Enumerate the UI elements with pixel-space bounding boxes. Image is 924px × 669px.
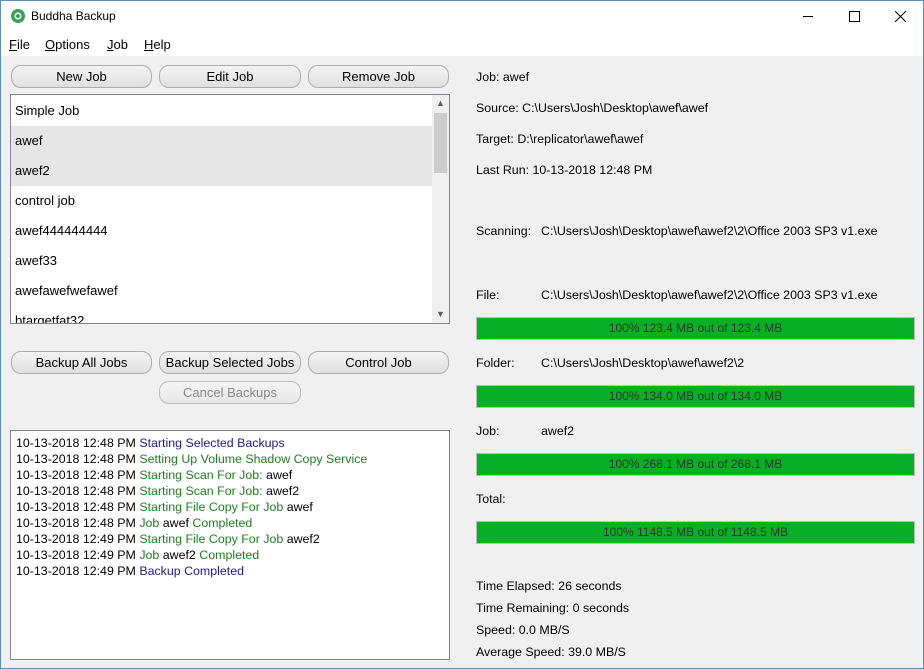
job-list-item[interactable]: awef2 bbox=[11, 156, 432, 186]
folder-label: Folder: bbox=[476, 356, 515, 370]
maximize-button[interactable] bbox=[831, 1, 877, 32]
log-line: 10-13-2018 12:48 PM Starting Scan For Jo… bbox=[16, 483, 444, 499]
app-window: Buddha Backup File Options Job Help New … bbox=[0, 0, 924, 669]
folder-progress-text: 100% 134.0 MB out of 134.0 MB bbox=[477, 386, 914, 407]
new-job-button[interactable]: New Job bbox=[11, 65, 152, 88]
menu-job[interactable]: Job bbox=[107, 37, 128, 52]
folder-value: C:\Users\Josh\Desktop\awef\awef2\2 bbox=[541, 356, 744, 370]
minimize-button[interactable] bbox=[785, 1, 831, 32]
log-line: 10-13-2018 12:48 PM Setting Up Volume Sh… bbox=[16, 451, 444, 467]
window-title: Buddha Backup bbox=[31, 9, 116, 23]
close-icon bbox=[895, 11, 906, 22]
job-progress-value: awef2 bbox=[541, 424, 574, 438]
log-line: 10-13-2018 12:49 PM Backup Completed bbox=[16, 563, 444, 579]
time-elapsed-label: Time Elapsed: 26 seconds bbox=[476, 579, 622, 593]
job-name-label: Job: awef bbox=[476, 70, 529, 84]
backup-selected-jobs-button[interactable]: Backup Selected Jobs bbox=[159, 351, 301, 374]
job-list-item[interactable]: control job bbox=[11, 186, 432, 216]
minimize-icon bbox=[803, 11, 814, 22]
backup-all-jobs-button[interactable]: Backup All Jobs bbox=[11, 351, 152, 374]
file-value: C:\Users\Josh\Desktop\awef\awef2\2\Offic… bbox=[541, 288, 878, 302]
menu-bar: File Options Job Help bbox=[1, 32, 923, 56]
log-line: 10-13-2018 12:48 PM Starting File Copy F… bbox=[16, 499, 444, 515]
job-progress-label: Job: bbox=[476, 424, 499, 438]
time-remaining-label: Time Remaining: 0 seconds bbox=[476, 601, 629, 615]
title-bar[interactable]: Buddha Backup bbox=[1, 1, 923, 32]
scanning-value: C:\Users\Josh\Desktop\awef\awef2\2\Offic… bbox=[541, 224, 878, 238]
scanning-label: Scanning: bbox=[476, 224, 531, 238]
job-list[interactable]: Simple Job awef awef2 control job awef44… bbox=[10, 94, 450, 324]
job-list-item[interactable]: awef33 bbox=[11, 246, 432, 276]
menu-options[interactable]: Options bbox=[45, 37, 90, 52]
job-progress-bar: 100% 268.1 MB out of 268.1 MB bbox=[476, 453, 915, 476]
job-list-item[interactable]: awefawefwefawef bbox=[11, 276, 432, 306]
log-line: 10-13-2018 12:48 PM Starting Selected Ba… bbox=[16, 435, 444, 451]
job-progress-text: 100% 268.1 MB out of 268.1 MB bbox=[477, 454, 914, 475]
file-label: File: bbox=[476, 288, 499, 302]
job-list-item[interactable]: awef bbox=[11, 126, 432, 156]
folder-progress-bar: 100% 134.0 MB out of 134.0 MB bbox=[476, 385, 915, 408]
close-button[interactable] bbox=[877, 1, 923, 32]
total-progress-text: 100% 1148.5 MB out of 1148.5 MB bbox=[477, 522, 914, 543]
chevron-down-icon[interactable]: ▼ bbox=[432, 306, 449, 323]
job-list-item[interactable]: btargetfat32 bbox=[11, 306, 432, 324]
job-list-scrollbar[interactable]: ▲ ▼ bbox=[432, 95, 449, 323]
scrollbar-thumb[interactable] bbox=[434, 113, 447, 173]
last-run-label: Last Run: 10-13-2018 12:48 PM bbox=[476, 163, 652, 177]
speed-label: Speed: 0.0 MB/S bbox=[476, 623, 570, 637]
file-progress-text: 100% 123.4 MB out of 123.4 MB bbox=[477, 318, 914, 339]
edit-job-button[interactable]: Edit Job bbox=[159, 65, 301, 88]
file-progress-bar: 100% 123.4 MB out of 123.4 MB bbox=[476, 317, 915, 340]
maximize-icon bbox=[849, 11, 860, 22]
log-panel[interactable]: 10-13-2018 12:48 PM Starting Selected Ba… bbox=[10, 430, 450, 660]
log-line: 10-13-2018 12:48 PM Starting Scan For Jo… bbox=[16, 467, 444, 483]
target-label: Target: D:\replicator\awef\awef bbox=[476, 132, 643, 146]
average-speed-label: Average Speed: 39.0 MB/S bbox=[476, 645, 626, 659]
chevron-up-icon[interactable]: ▲ bbox=[432, 95, 449, 112]
job-list-item[interactable]: awef444444444 bbox=[11, 216, 432, 246]
total-label: Total: bbox=[476, 492, 506, 506]
remove-job-button[interactable]: Remove Job bbox=[308, 65, 449, 88]
log-line: 10-13-2018 12:49 PM Job awef2 Completed bbox=[16, 547, 444, 563]
control-job-button[interactable]: Control Job bbox=[308, 351, 449, 374]
log-line: 10-13-2018 12:49 PM Starting File Copy F… bbox=[16, 531, 444, 547]
cancel-backups-button[interactable]: Cancel Backups bbox=[159, 381, 301, 404]
menu-file[interactable]: File bbox=[9, 37, 30, 52]
source-label: Source: C:\Users\Josh\Desktop\awef\awef bbox=[476, 101, 708, 115]
gear-icon bbox=[10, 8, 26, 24]
total-progress-bar: 100% 1148.5 MB out of 1148.5 MB bbox=[476, 521, 915, 544]
log-line: 10-13-2018 12:48 PM Job awef Completed bbox=[16, 515, 444, 531]
menu-help[interactable]: Help bbox=[144, 37, 171, 52]
job-list-item[interactable]: Simple Job bbox=[11, 96, 432, 126]
